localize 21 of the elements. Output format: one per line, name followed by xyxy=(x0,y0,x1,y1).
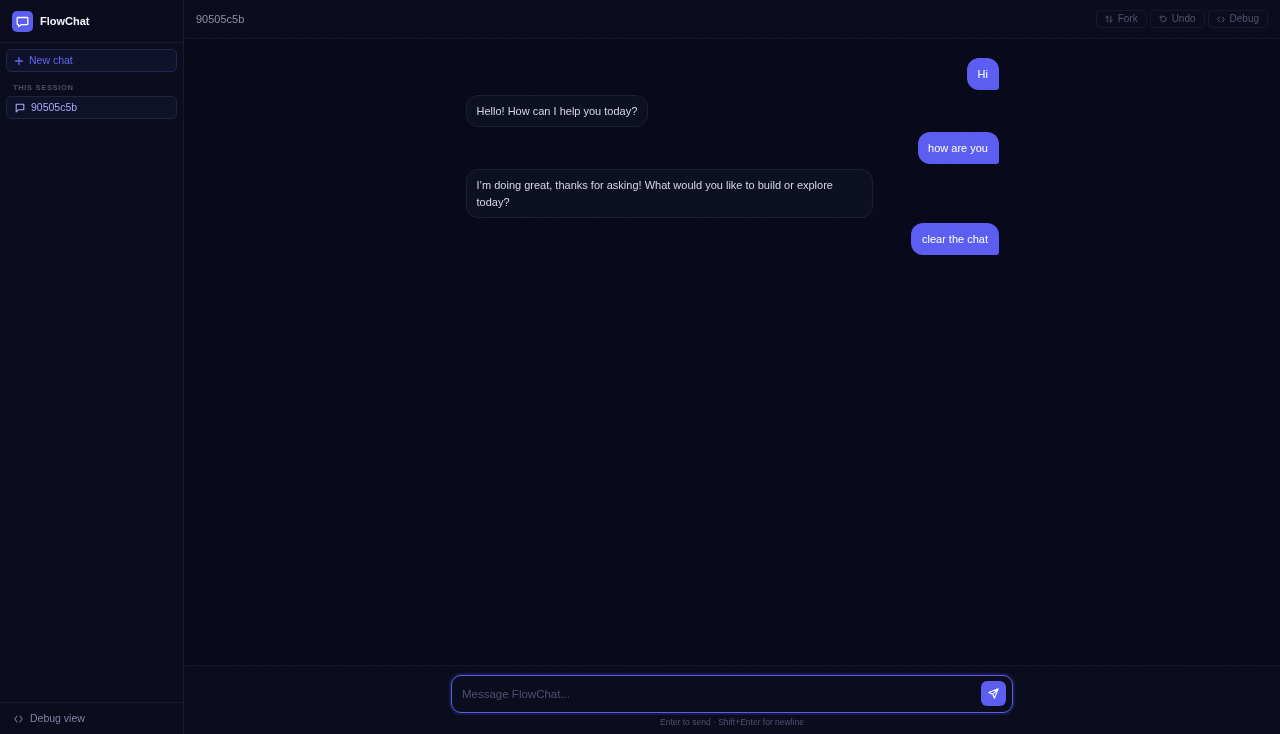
user-message-bubble: Hi xyxy=(967,58,999,90)
conversation-title: 90505c5b xyxy=(196,11,245,27)
undo-icon xyxy=(1158,15,1167,23)
app-logo-icon xyxy=(12,10,33,32)
app-name: FlowChat xyxy=(40,13,90,29)
composer-hint: Enter to send · Shift+Enter for newline xyxy=(660,717,804,727)
new-chat-button[interactable]: New chat xyxy=(6,49,177,72)
user-message-bubble: how are you xyxy=(917,132,999,164)
send-icon xyxy=(988,688,999,699)
debug-view-link[interactable]: Debug view xyxy=(14,710,85,727)
code-icon xyxy=(1216,15,1225,23)
assistant-message-bubble: I’m doing great, thanks for asking! What would you like to build or explore today? xyxy=(465,169,874,218)
plus-icon xyxy=(15,56,23,65)
code-icon xyxy=(14,714,23,723)
assistant-message-bubble: Hello! How can I help you today? xyxy=(465,95,649,127)
session-item[interactable]: 90505c5b xyxy=(6,96,177,119)
send-button[interactable] xyxy=(981,681,1006,706)
chat-bubble-icon xyxy=(15,102,25,113)
arrows-icon xyxy=(1104,15,1113,23)
user-message-bubble: clear the chat xyxy=(911,223,999,255)
message-input[interactable]: Message FlowChat... xyxy=(451,675,1013,713)
